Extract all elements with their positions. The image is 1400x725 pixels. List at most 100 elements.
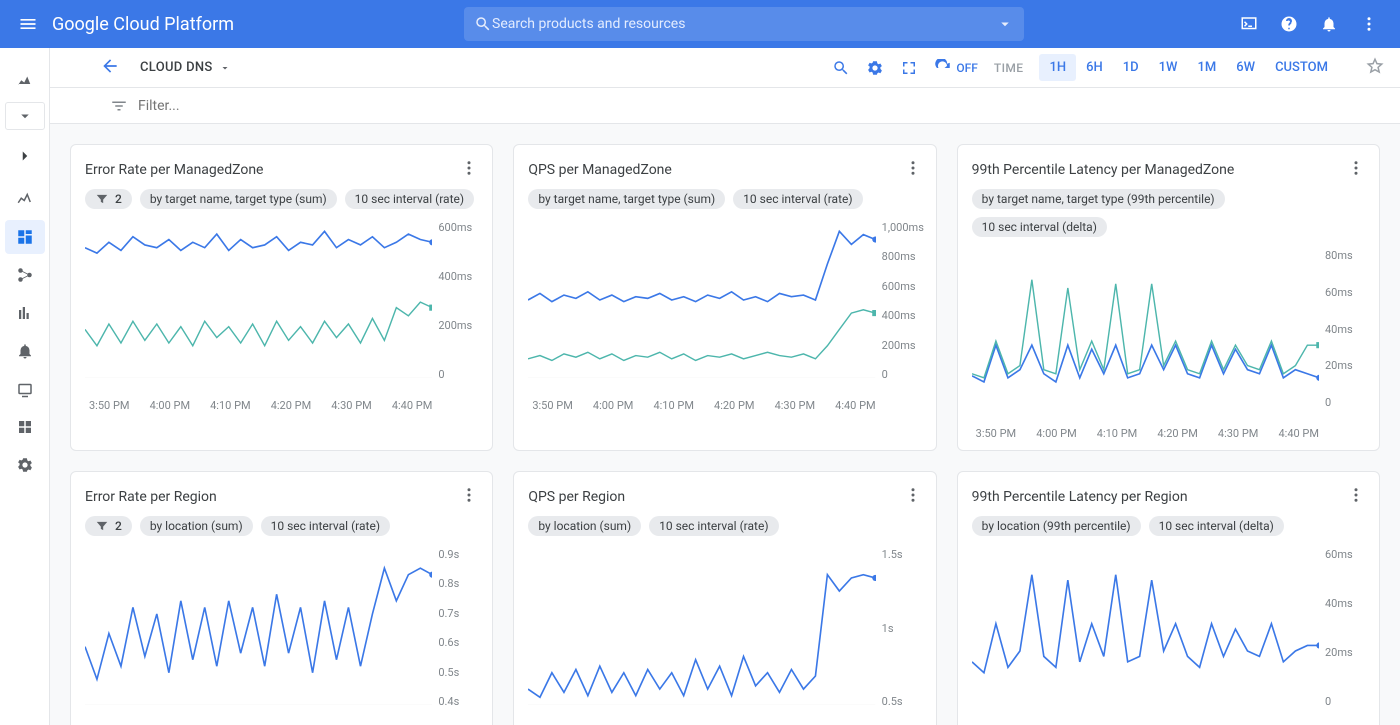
chart-body: 600ms400ms200ms0 [85,215,478,395]
action-settings[interactable] [866,59,884,77]
chart-title: Error Rate per Region [85,489,217,505]
chip[interactable]: 10 sec interval (rate) [261,516,390,536]
time-range-6w[interactable]: 6W [1226,54,1265,81]
hamburger-icon [18,14,38,34]
dashboard-content: Error Rate per ManagedZone2by target nam… [50,124,1400,725]
arrow-left-icon [100,56,120,76]
favorite-button[interactable] [1366,57,1384,79]
search-icon [832,59,850,77]
time-label: TIME [994,61,1024,75]
more-vert-icon [904,486,922,504]
y-axis: 0.9s0.8s0.7s0.6s0.5s0.4s [432,542,478,722]
y-axis: 1.5s1s0.5s [876,542,922,722]
rail-expand-toggle[interactable] [5,142,45,170]
chart-plot[interactable] [85,215,432,395]
search-input[interactable] [492,16,996,32]
chip[interactable]: by location (sum) [528,516,641,536]
time-range-1w[interactable]: 1W [1149,54,1188,81]
rail-item-groups[interactable] [5,410,45,444]
refresh-icon [934,59,952,77]
chart-plot[interactable] [972,243,1319,423]
brand-title: Google Cloud Platform [52,14,234,35]
rail-item-explorer[interactable] [5,296,45,330]
time-range-custom[interactable]: CUSTOM [1265,54,1338,81]
chart-card: Error Rate per Region 2 by location (sum) 1… [70,471,493,725]
chart-menu-button[interactable] [904,486,922,508]
rail-collapse-button[interactable] [5,102,45,130]
fullscreen-icon [900,59,918,77]
chart-body: 60ms40ms20ms0 [972,542,1365,722]
chart-plot[interactable] [972,542,1319,722]
chart-menu-button[interactable] [1347,486,1365,508]
filter-icon [95,519,109,533]
breadcrumb-label: CLOUD DNS [140,60,213,75]
rail-item-services[interactable] [5,258,45,292]
rail-item-settings[interactable] [5,448,45,482]
menu-button[interactable] [8,14,48,34]
chip[interactable]: by target name, target type (sum) [140,189,337,209]
side-rail [0,48,50,725]
notifications-button[interactable] [1320,15,1338,33]
chip-row: by target name, target type (sum) 10 sec … [528,189,921,209]
chart-plot[interactable] [528,542,875,722]
more-vert-icon [460,486,478,504]
chip[interactable]: 10 sec interval (rate) [345,189,474,209]
action-autorefresh[interactable]: OFF [934,59,978,77]
rail-overview[interactable] [5,64,45,98]
chart-menu-button[interactable] [460,486,478,508]
chip-filter[interactable]: 2 [85,516,132,536]
chip-row: 2 by location (sum) 10 sec interval (rate) [85,516,478,536]
chip[interactable]: 10 sec interval (rate) [733,189,862,209]
gear-icon [866,59,884,77]
chevron-down-icon[interactable] [996,15,1014,33]
cloud-shell-button[interactable] [1240,15,1258,33]
chip[interactable]: by target name, target type (sum) [528,189,725,209]
filter-icon [95,192,109,206]
back-button[interactable] [100,56,120,80]
action-search[interactable] [832,59,850,77]
action-fullscreen[interactable] [900,59,918,77]
help-button[interactable] [1280,15,1298,33]
chart-card: 99th Percentile Latency per Region by loc… [957,471,1380,725]
caret-down-icon [16,107,34,125]
more-vert-icon [1347,486,1365,504]
chip[interactable]: 10 sec interval (rate) [649,516,778,536]
chip[interactable]: by location (sum) [140,516,253,536]
chart-menu-button[interactable] [460,159,478,181]
topbar-actions [1240,15,1392,33]
time-range-6h[interactable]: 6H [1076,54,1113,81]
chip[interactable]: by location (99th percentile) [972,516,1141,536]
search-box[interactable] [464,7,1024,41]
chart-menu-button[interactable] [1347,159,1365,181]
chart-card: Error Rate per ManagedZone2by target nam… [70,144,493,451]
more-button[interactable] [1360,15,1378,33]
autorefresh-state: OFF [956,61,978,75]
chip[interactable]: 10 sec interval (delta) [1149,516,1284,536]
filter-list-icon [110,97,128,115]
rail-item-alerting[interactable] [5,334,45,368]
chip-filter[interactable]: 2 [85,189,132,209]
page-header: CLOUD DNS OFF TIME 1H6H1D1W1M6WCUSTOM [50,48,1400,88]
chart-title: 99th Percentile Latency per Region [972,489,1188,505]
chart-title: QPS per Region [528,489,625,505]
breadcrumb-dropdown[interactable]: CLOUD DNS [140,60,231,75]
filter-input[interactable] [138,98,398,114]
rail-item-dashboards[interactable] [5,220,45,254]
chart-body: 1,000ms800ms600ms400ms200ms0 [528,215,921,395]
more-vert-icon [904,159,922,177]
y-axis: 1,000ms800ms600ms400ms200ms0 [876,215,922,395]
chart-menu-button[interactable] [904,159,922,181]
chart-plot[interactable] [528,215,875,395]
x-axis: 3:50 PM4:00 PM4:10 PM4:20 PM4:30 PM4:40 … [972,423,1365,440]
rail-item-uptime[interactable] [5,372,45,406]
time-range-1d[interactable]: 1D [1113,54,1149,81]
chart-plot[interactable] [85,542,432,722]
rail-item-metrics[interactable] [5,182,45,216]
chip[interactable]: by target name, target type (99th percen… [972,189,1225,209]
time-range-1m[interactable]: 1M [1187,54,1226,81]
chip-row: by location (sum) 10 sec interval (rate) [528,516,921,536]
time-range-1h[interactable]: 1H [1039,54,1076,81]
chart-body: 0.9s0.8s0.7s0.6s0.5s0.4s [85,542,478,722]
chart-card: QPS per Region by location (sum) 10 sec in… [513,471,936,725]
chip[interactable]: 10 sec interval (delta) [972,217,1107,237]
